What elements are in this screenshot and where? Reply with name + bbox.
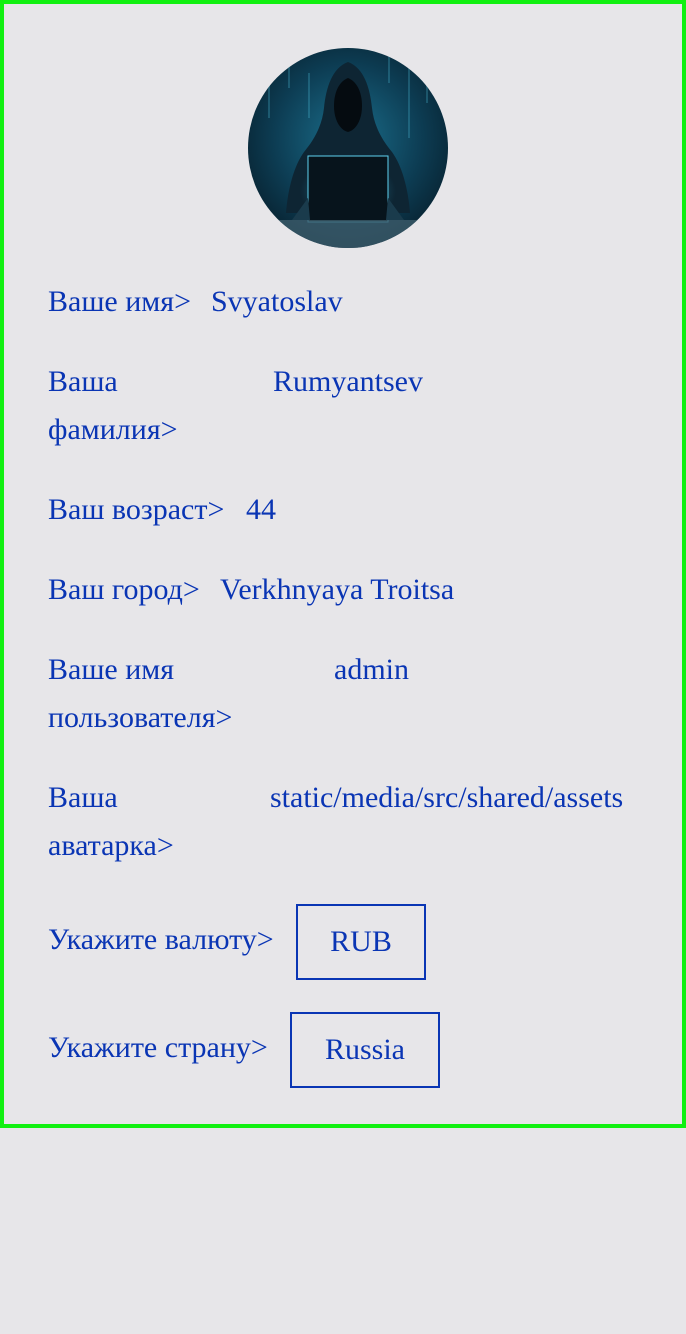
username-label: Ваше имя пользователя>	[48, 653, 233, 734]
hacker-avatar-image	[248, 48, 448, 248]
country-label: Укажите страну>	[48, 1031, 268, 1064]
username-field: Ваше имя пользователя> admin	[48, 646, 648, 742]
age-value: 44	[246, 493, 276, 526]
city-field: Ваш город> Verkhnyaya Troitsa	[48, 566, 648, 614]
username-value: admin	[334, 653, 409, 686]
avatar	[248, 48, 448, 248]
country-select[interactable]: Russia	[290, 1012, 440, 1088]
last-name-field: Ваша фамилия> Rumyantsev	[48, 358, 648, 454]
city-value: Verkhnyaya Troitsa	[220, 573, 455, 606]
avatar-path-field: Ваша аватарка> static/media/src/shared/a…	[48, 774, 648, 870]
last-name-value: Rumyantsev	[273, 365, 423, 398]
age-field: Ваш возраст> 44	[48, 486, 648, 534]
age-label: Ваш возраст>	[48, 493, 225, 526]
currency-select[interactable]: RUB	[296, 904, 426, 980]
first-name-label: Ваше имя>	[48, 285, 191, 318]
avatar-path-label: Ваша аватарка>	[48, 781, 174, 862]
currency-label: Укажите валюту>	[48, 923, 274, 956]
last-name-label: Ваша фамилия>	[48, 365, 178, 446]
profile-card: Ваше имя> Svyatoslav Ваша фамилия> Rumya…	[0, 0, 686, 1128]
first-name-value: Svyatoslav	[211, 285, 343, 318]
avatar-path-value: static/media/src/shared/assets	[270, 781, 624, 814]
first-name-field: Ваше имя> Svyatoslav	[48, 278, 648, 326]
city-label: Ваш город>	[48, 573, 200, 606]
